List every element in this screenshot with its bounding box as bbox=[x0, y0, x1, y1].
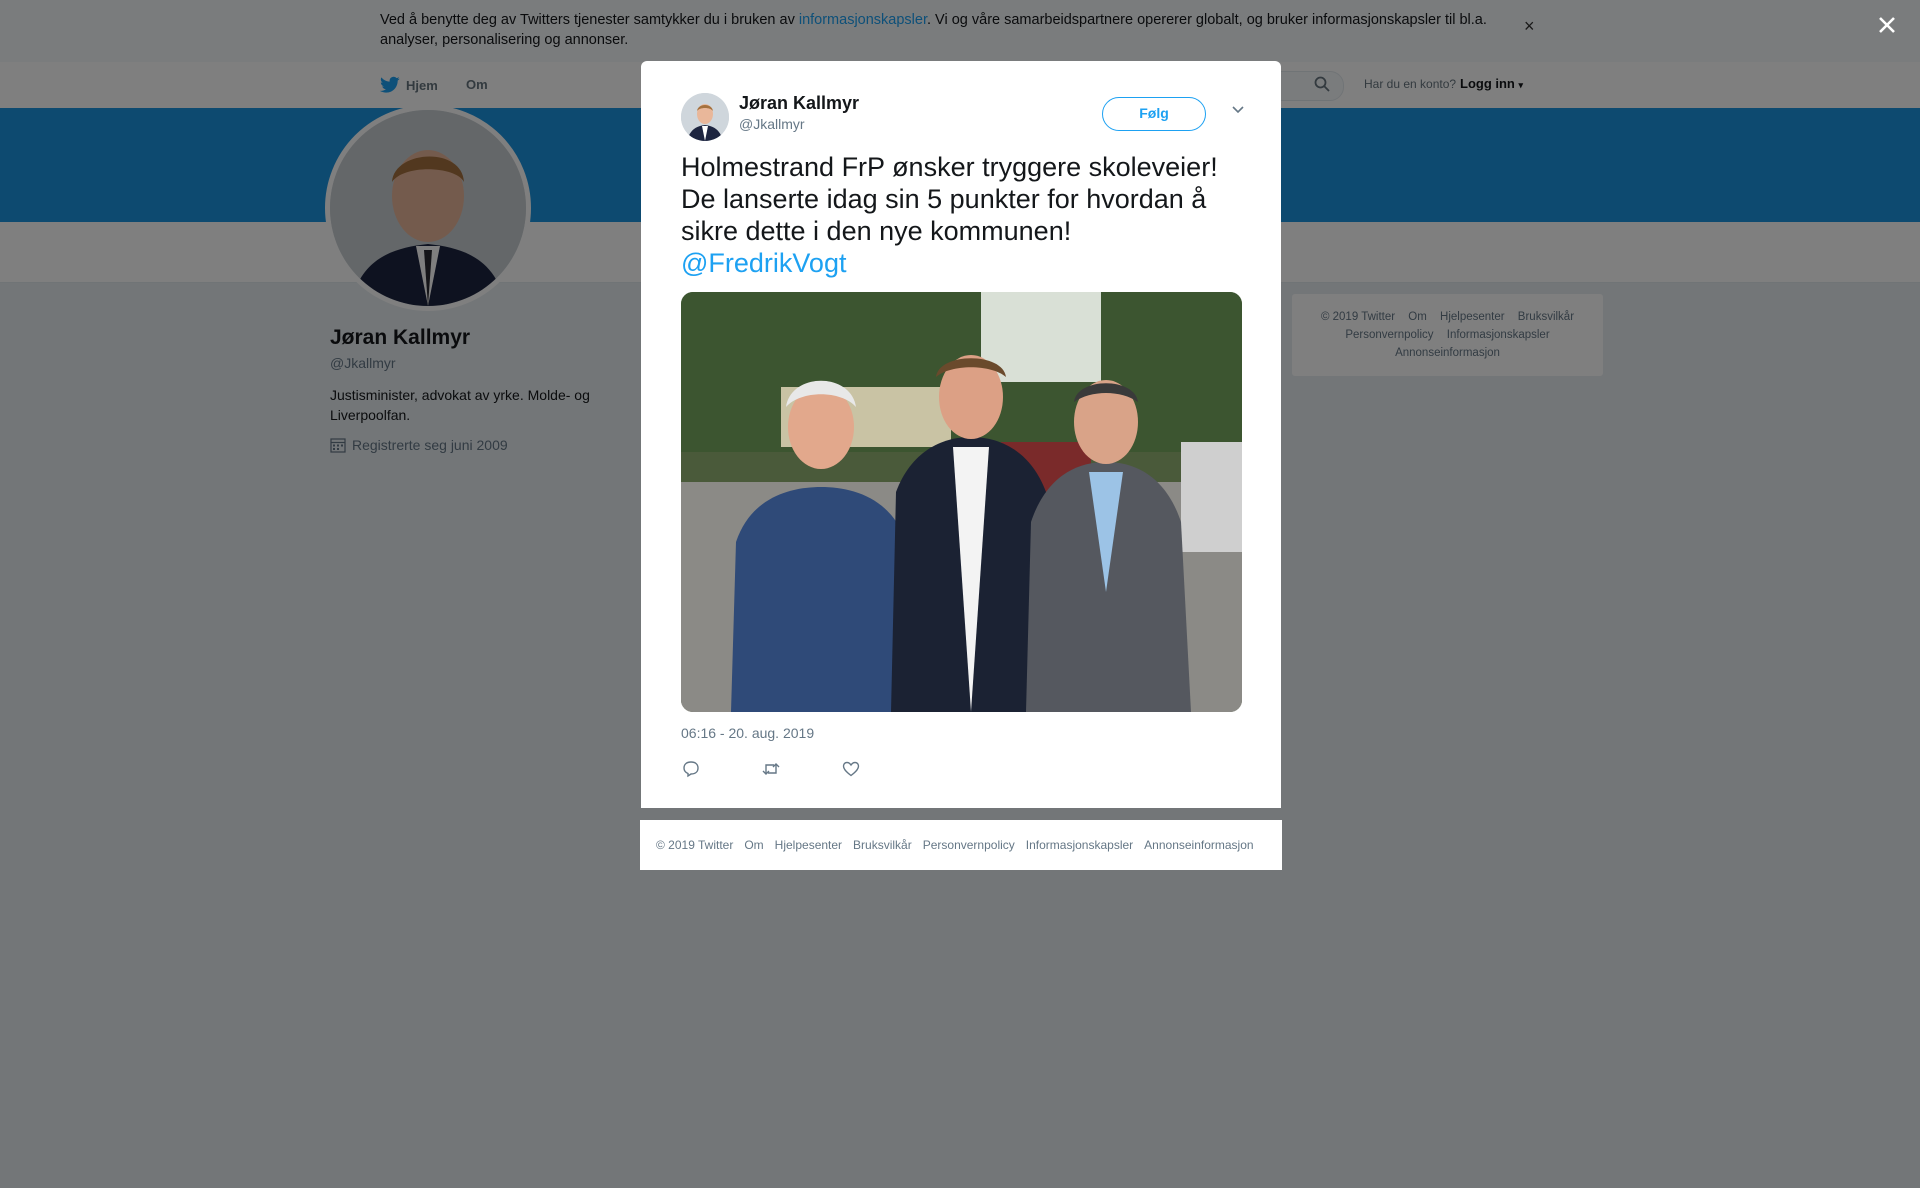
modal-footer: © 2019 Twitter Om Hjelpesenter Bruksvilk… bbox=[640, 820, 1282, 870]
close-icon[interactable] bbox=[1872, 10, 1902, 40]
like-button[interactable] bbox=[841, 759, 861, 779]
tweet-timestamp[interactable]: 06:16 - 20. aug. 2019 bbox=[681, 725, 814, 741]
chevron-down-icon[interactable] bbox=[1231, 105, 1245, 115]
retweet-button[interactable] bbox=[761, 759, 781, 779]
retweet-icon bbox=[762, 763, 780, 775]
tweet-author-name[interactable]: Jøran Kallmyr bbox=[739, 93, 859, 114]
tweet-author-handle[interactable]: @Jkallmyr bbox=[739, 116, 805, 132]
follow-button[interactable]: Følg bbox=[1102, 97, 1206, 131]
tweet-actions bbox=[681, 759, 861, 779]
tweet-text: Holmestrand FrP ønsker tryggere skolevei… bbox=[681, 151, 1246, 279]
footer-link[interactable]: Bruksvilkår bbox=[853, 838, 912, 852]
tweet-mention-link[interactable]: @FredrikVogt bbox=[681, 248, 846, 278]
tweet-photo-image bbox=[681, 292, 1242, 712]
reply-icon bbox=[683, 761, 699, 778]
tweet-avatar[interactable] bbox=[681, 93, 729, 141]
footer-link[interactable]: Informasjonskapsler bbox=[1026, 838, 1133, 852]
footer-link[interactable]: Hjelpesenter bbox=[775, 838, 842, 852]
tweet-body: Holmestrand FrP ønsker tryggere skolevei… bbox=[681, 152, 1218, 246]
avatar-portrait bbox=[681, 93, 729, 141]
footer-link[interactable]: Personvernpolicy bbox=[923, 838, 1015, 852]
like-icon bbox=[842, 761, 860, 777]
footer-link[interactable]: Annonseinformasjon bbox=[1144, 838, 1253, 852]
footer-link[interactable]: Om bbox=[744, 838, 763, 852]
tweet-modal: Jøran Kallmyr @Jkallmyr Følg Holmestrand… bbox=[641, 61, 1281, 808]
footer-copyright: © 2019 Twitter bbox=[656, 838, 734, 852]
tweet-photo[interactable] bbox=[681, 292, 1242, 712]
reply-button[interactable] bbox=[681, 759, 701, 779]
